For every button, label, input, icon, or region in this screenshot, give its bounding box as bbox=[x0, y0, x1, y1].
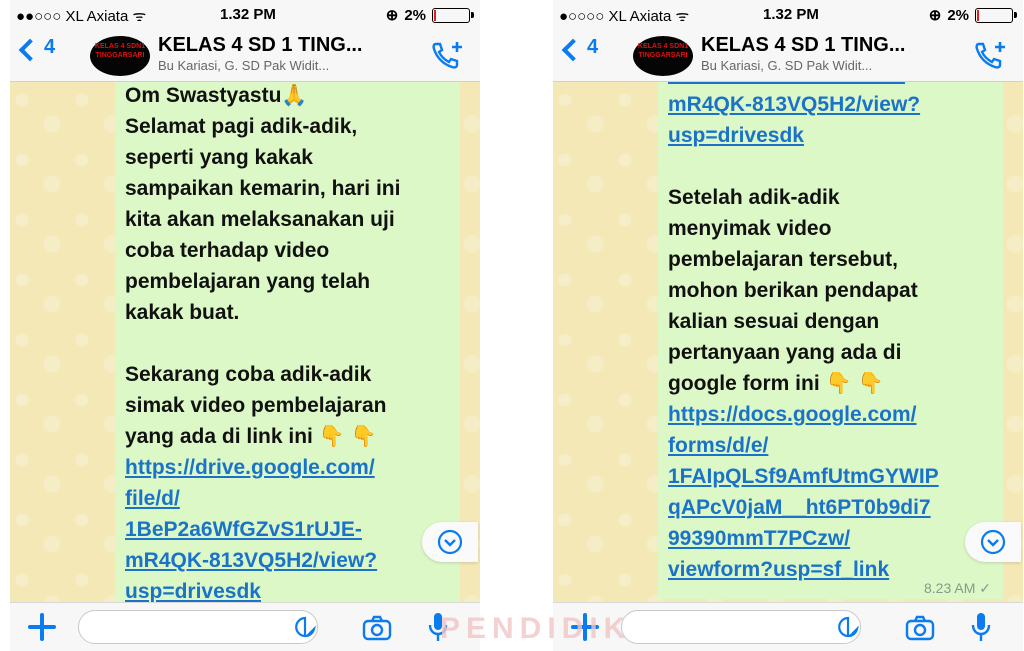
message-link[interactable]: mR4QK-813VQ5H2/view? bbox=[668, 89, 993, 120]
battery-level bbox=[434, 9, 436, 21]
chat-area[interactable]: 1BeP2a6WfGZvS1rUJE-mR4QK-813VQ5H2/view?u… bbox=[553, 82, 1023, 602]
avatar-text: KELAS 4 SDN1 TINGGARSARI bbox=[637, 43, 689, 59]
status-bar: ●○○○○ XL Axiata ᯤ 1.32 PM ⊕ 2% bbox=[553, 0, 1023, 30]
message-link[interactable]: 1BeP2a6WfGZvS1rUJE- bbox=[668, 82, 993, 89]
message-text-line: pembelajaran tersebut, bbox=[668, 248, 898, 271]
avatar-text: KELAS 4 SDN1 TINGGARSARI bbox=[94, 43, 146, 59]
message-timestamp: 8.23 AM ✓ bbox=[924, 580, 991, 596]
chat-header: 4 KELAS 4 SDN1 TINGGARSARI KELAS 4 SD 1 … bbox=[10, 30, 480, 82]
message-text-line: sampaikan kemarin, hari ini bbox=[125, 177, 401, 200]
message-text-line: Om Swastyastu🙏 bbox=[125, 84, 308, 107]
chevron-left-icon bbox=[18, 38, 42, 61]
message-text-line: simak video pembelajaran bbox=[125, 394, 387, 417]
message-text-line: pertanyaan yang ada di bbox=[668, 341, 902, 364]
message-text-line: pembelajaran yang telah bbox=[125, 270, 371, 293]
message-text-line: Setelah adik-adik bbox=[668, 186, 840, 209]
camera-icon[interactable] bbox=[362, 615, 392, 641]
watermark: PENDIDIK bbox=[440, 612, 632, 645]
message-text-line: kakak buat. bbox=[125, 301, 240, 324]
chat-title-area[interactable]: KELAS 4 SD 1 TING... Bu Kariasi, G. SD P… bbox=[701, 34, 961, 73]
microphone-icon[interactable] bbox=[971, 611, 991, 643]
message-link[interactable]: https://docs.google.com/ bbox=[668, 399, 993, 430]
message-link[interactable]: 99390mmT7PCzw/ bbox=[668, 523, 993, 554]
signal-dots: ●○○○○ bbox=[559, 8, 605, 25]
wifi-icon: ᯤ bbox=[675, 8, 690, 25]
plus-icon[interactable] bbox=[28, 613, 56, 641]
chevron-down-circle-icon bbox=[980, 529, 1006, 555]
carrier-name: XL Axiata bbox=[65, 8, 129, 25]
status-time: 1.32 PM bbox=[763, 6, 819, 23]
unread-count: 4 bbox=[44, 36, 56, 58]
message-link[interactable]: qAPcV0jaM__ht6PT0b9di7 bbox=[668, 492, 993, 523]
chat-header: 4 KELAS 4 SDN1 TINGGARSARI KELAS 4 SD 1 … bbox=[553, 30, 1023, 82]
message-text-line: kita akan melaksanakan uji bbox=[125, 208, 395, 231]
message-text-line: seperti yang kakak bbox=[125, 146, 313, 169]
battery-level bbox=[977, 9, 979, 21]
scroll-down-button[interactable] bbox=[965, 522, 1021, 562]
message-bubble[interactable]: Om Swastyastu🙏 Selamat pagi adik-adik, sep… bbox=[115, 82, 460, 602]
sticker-icon[interactable] bbox=[294, 616, 316, 638]
add-call-icon[interactable] bbox=[973, 40, 1007, 70]
chat-title: KELAS 4 SD 1 TING... bbox=[701, 34, 906, 56]
message-text-line: yang ada di link ini 👇 👇 bbox=[125, 425, 377, 448]
battery-status: ⊕ 2% bbox=[385, 6, 474, 24]
wifi-icon: ᯤ bbox=[132, 8, 147, 25]
message-link[interactable]: usp=drivesdk bbox=[125, 576, 450, 602]
chat-area[interactable]: Om Swastyastu🙏 Selamat pagi adik-adik, sep… bbox=[10, 82, 480, 602]
status-time: 1.32 PM bbox=[220, 6, 276, 23]
message-link[interactable]: forms/d/e/ bbox=[668, 430, 993, 461]
chat-participants: Bu Kariasi, G. SD Pak Widit... bbox=[158, 58, 330, 73]
group-avatar[interactable]: KELAS 4 SDN1 TINGGARSARI bbox=[90, 36, 150, 76]
message-text-line: menyimak video bbox=[668, 217, 832, 240]
message-text-line: Sekarang coba adik-adik bbox=[125, 363, 372, 386]
input-bar bbox=[10, 602, 480, 651]
back-button[interactable]: 4 bbox=[561, 36, 599, 61]
chat-title: KELAS 4 SD 1 TING... bbox=[158, 34, 363, 56]
battery-percent: 2% bbox=[947, 6, 969, 24]
message-link[interactable]: usp=drivesdk bbox=[668, 120, 993, 151]
message-link[interactable]: 1BeP2a6WfGZvS1rUJE- bbox=[125, 514, 450, 545]
message-text-line: Selamat pagi adik-adik, bbox=[125, 115, 358, 138]
battery-status: ⊕ 2% bbox=[928, 6, 1017, 24]
status-bar: ●●○○○ XL Axiata ᯤ 1.32 PM ⊕ 2% bbox=[10, 0, 480, 30]
group-avatar[interactable]: KELAS 4 SDN1 TINGGARSARI bbox=[633, 36, 693, 76]
battery-icon bbox=[975, 7, 1017, 23]
back-button[interactable]: 4 bbox=[18, 36, 56, 61]
chevron-left-icon bbox=[561, 38, 585, 61]
phone-screen-left: ●●○○○ XL Axiata ᯤ 1.32 PM ⊕ 2% 4 KELAS 4… bbox=[10, 0, 480, 651]
unread-count: 4 bbox=[587, 36, 599, 58]
message-text-line: coba terhadap video bbox=[125, 239, 330, 262]
message-input[interactable] bbox=[621, 610, 861, 644]
add-call-icon[interactable] bbox=[430, 40, 464, 70]
message-link[interactable]: file/d/ bbox=[125, 483, 450, 514]
battery-percent: 2% bbox=[404, 6, 426, 24]
message-link[interactable]: 1FAIpQLSf9AmfUtmGYWIP bbox=[668, 461, 993, 492]
carrier-label: ●○○○○ XL Axiata ᯤ bbox=[559, 6, 689, 26]
carrier-name: XL Axiata bbox=[608, 8, 672, 25]
sticker-icon[interactable] bbox=[837, 616, 859, 638]
message-link[interactable]: https://drive.google.com/ bbox=[125, 452, 450, 483]
chevron-down-circle-icon bbox=[437, 529, 463, 555]
message-bubble[interactable]: 1BeP2a6WfGZvS1rUJE-mR4QK-813VQ5H2/view?u… bbox=[658, 82, 1003, 599]
message-link[interactable]: mR4QK-813VQ5H2/view? bbox=[125, 545, 450, 576]
rotation-lock-icon: ⊕ bbox=[385, 7, 399, 24]
message-text-line: mohon berikan pendapat bbox=[668, 279, 918, 302]
carrier-label: ●●○○○ XL Axiata ᯤ bbox=[16, 6, 146, 26]
rotation-lock-icon: ⊕ bbox=[928, 7, 942, 24]
message-text-line: google form ini 👇 👇 bbox=[668, 372, 884, 395]
message-input[interactable] bbox=[78, 610, 318, 644]
phone-screen-right: ●○○○○ XL Axiata ᯤ 1.32 PM ⊕ 2% 4 KELAS 4… bbox=[553, 0, 1023, 651]
chat-title-area[interactable]: KELAS 4 SD 1 TING... Bu Kariasi, G. SD P… bbox=[158, 34, 418, 73]
chat-participants: Bu Kariasi, G. SD Pak Widit... bbox=[701, 58, 873, 73]
signal-dots: ●●○○○ bbox=[16, 8, 62, 25]
screenshot-canvas: ●●○○○ XL Axiata ᯤ 1.32 PM ⊕ 2% 4 KELAS 4… bbox=[0, 0, 1024, 651]
scroll-down-button[interactable] bbox=[422, 522, 478, 562]
message-text-line: kalian sesuai dengan bbox=[668, 310, 880, 333]
camera-icon[interactable] bbox=[905, 615, 935, 641]
battery-icon bbox=[432, 7, 474, 23]
